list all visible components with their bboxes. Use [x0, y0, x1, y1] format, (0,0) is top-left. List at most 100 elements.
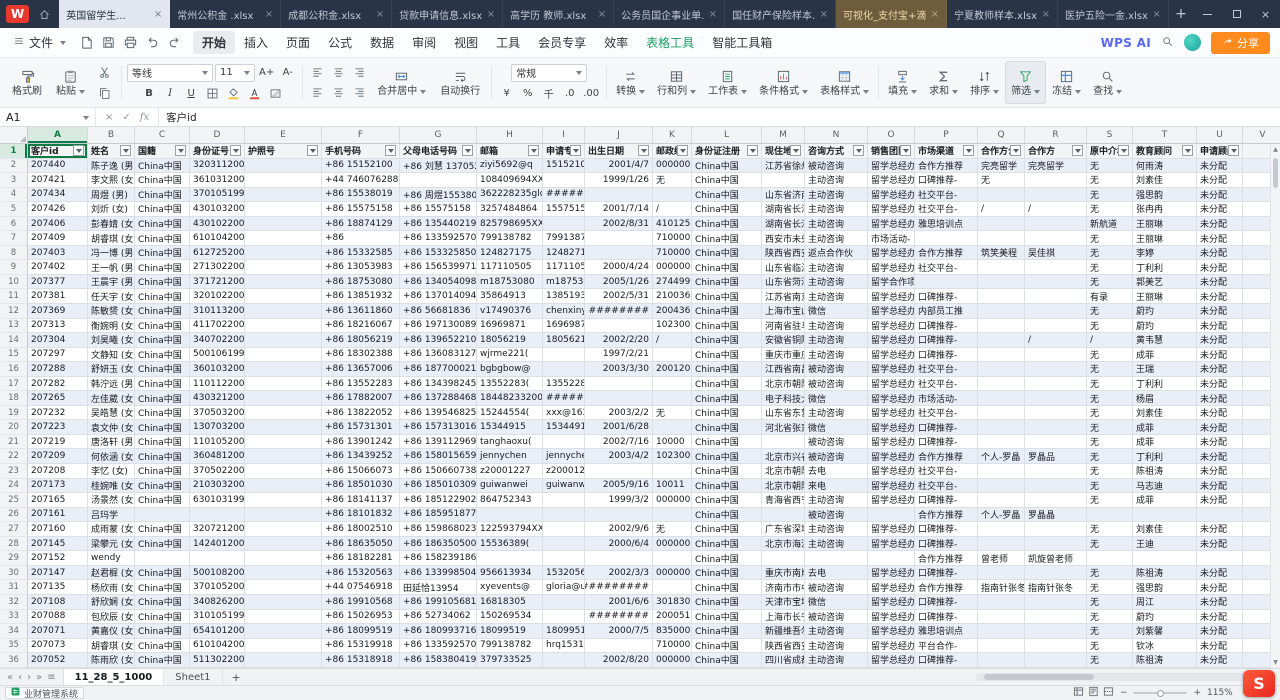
cell[interactable]: 79913878 — [543, 231, 585, 246]
cell[interactable]: 赵君樨 (女 — [88, 566, 135, 581]
header-cell[interactable]: 邮政编码 — [653, 144, 692, 159]
cell[interactable]: 320721200209060081 — [190, 522, 245, 537]
cell[interactable]: 799138782 — [477, 231, 543, 246]
cell[interactable]: 2003/4/2 — [585, 449, 653, 464]
cell[interactable]: China中国 — [692, 173, 762, 188]
cell[interactable]: 无 — [1087, 420, 1133, 435]
cell[interactable] — [245, 449, 322, 464]
column-header[interactable]: T — [1133, 127, 1197, 143]
cell[interactable]: +86 1360831276 — [400, 348, 477, 363]
cell[interactable] — [1133, 551, 1197, 566]
cell[interactable]: +86 15319918 — [322, 639, 400, 654]
worksheet-button[interactable]: 工作表 — [702, 61, 753, 104]
row-number[interactable]: 13 — [0, 319, 28, 334]
cell[interactable] — [1025, 406, 1087, 421]
header-cell[interactable]: 出生日期 — [585, 144, 653, 159]
cell[interactable]: 210303200509162022 — [190, 479, 245, 494]
cell[interactable]: bgbgbow@ — [477, 362, 543, 377]
cell[interactable]: 未分配 — [1197, 566, 1243, 581]
cell[interactable]: 未分配 — [1197, 217, 1243, 232]
cell[interactable]: 379733525 — [477, 653, 543, 668]
filter-dropdown-icon[interactable] — [1228, 145, 1239, 156]
cell[interactable]: 主动咨询 — [805, 493, 868, 508]
cell[interactable]: 200436 — [653, 304, 692, 319]
cell[interactable]: China中国 — [135, 348, 190, 363]
cell[interactable]: 广东省深圳 — [762, 522, 805, 537]
cell[interactable]: 口碑推荐- — [915, 493, 978, 508]
cell[interactable]: 612725200110100019 — [190, 246, 245, 261]
cell[interactable] — [1025, 260, 1087, 275]
cell[interactable]: +86 13822052 — [322, 406, 400, 421]
cell[interactable]: 河南省驻马 — [762, 319, 805, 334]
cell[interactable]: 710000 — [653, 246, 692, 261]
filter-dropdown-icon[interactable] — [1182, 145, 1193, 156]
cell[interactable]: +86 18753080 — [322, 275, 400, 290]
cell[interactable]: 主动咨询 — [805, 188, 868, 203]
cell[interactable]: 社交平台- — [915, 479, 978, 494]
cell[interactable]: 重庆市南岸 — [762, 566, 805, 581]
cell[interactable]: 凯旋曾老师 — [1025, 551, 1087, 566]
cell[interactable]: 留学总经办 — [868, 362, 915, 377]
cell[interactable]: 15344915 — [543, 420, 585, 435]
cell[interactable]: +86 1580156591 — [400, 449, 477, 464]
filter-dropdown-icon[interactable] — [677, 145, 688, 156]
cell[interactable]: +86 1340540988 — [400, 275, 477, 290]
cell[interactable]: 安徽省铜陵 — [762, 333, 805, 348]
cell[interactable]: ######## — [543, 391, 585, 406]
cell[interactable] — [245, 522, 322, 537]
header-cell[interactable]: 咨询方式 — [805, 144, 868, 159]
cell[interactable]: +86 18141137 — [322, 493, 400, 508]
cell[interactable]: 周煜 (男) — [88, 188, 135, 203]
cell[interactable]: 陈祖涛 — [1133, 464, 1197, 479]
cell[interactable]: China中国 — [135, 319, 190, 334]
cell[interactable] — [245, 231, 322, 246]
currency-button[interactable]: ¥ — [497, 85, 516, 102]
cell[interactable] — [245, 260, 322, 275]
cell[interactable]: +44 07546918 — [322, 580, 400, 595]
cell[interactable]: 留学总经办 — [868, 537, 915, 552]
cell[interactable]: +86 周煜155380 — [400, 188, 477, 203]
cell[interactable]: / — [978, 202, 1025, 217]
cell[interactable]: 未分配 — [1197, 420, 1243, 435]
cell[interactable]: 舒欣娴 (女 — [88, 595, 135, 610]
column-header[interactable]: P — [915, 127, 978, 143]
cell[interactable]: 留学总经办 — [868, 391, 915, 406]
cell[interactable]: 207160 — [28, 522, 88, 537]
cell[interactable]: 2000/4/24 — [585, 260, 653, 275]
cell[interactable]: China中国 — [135, 217, 190, 232]
cell[interactable]: 2002/8/31 — [585, 217, 653, 232]
header-cell[interactable]: 邮箱 — [477, 144, 543, 159]
cell[interactable]: China中国 — [692, 653, 762, 668]
cell[interactable]: China中国 — [692, 188, 762, 203]
cell[interactable]: 桂婉唯 (女 — [88, 479, 135, 494]
cell[interactable]: 207402 — [28, 260, 88, 275]
cell[interactable]: 周江 — [1133, 595, 1197, 610]
cell[interactable]: 文静知 (女 — [88, 348, 135, 363]
cell[interactable]: guiwanwei( — [543, 479, 585, 494]
cell[interactable]: 王一帆 (男 — [88, 260, 135, 275]
cell[interactable] — [245, 595, 322, 610]
cell[interactable]: v17490376 — [477, 304, 543, 319]
cell[interactable]: 207073 — [28, 639, 88, 654]
header-cell[interactable]: 手机号码 — [322, 144, 400, 159]
cell[interactable]: 市场活动- — [868, 231, 915, 246]
cell[interactable]: 未分配 — [1197, 610, 1243, 625]
cell[interactable]: 口碑推荐- — [915, 653, 978, 668]
cell[interactable]: 207165 — [28, 493, 88, 508]
cell[interactable]: 完亮留学 — [1025, 159, 1087, 174]
horizontal-scrollbar-thumb[interactable] — [984, 674, 1094, 680]
cell[interactable]: m18753080 — [477, 275, 543, 290]
cell[interactable]: +86 18501030 — [322, 479, 400, 494]
cell[interactable]: 陈子逸 (男 — [88, 159, 135, 174]
cell[interactable]: +86 15066073 — [322, 464, 400, 479]
cell[interactable]: 370105199411221118 — [190, 188, 245, 203]
cell[interactable]: 110105200207165451 — [190, 435, 245, 450]
cell[interactable]: 丁利利 — [1133, 449, 1197, 464]
cell[interactable]: China中国 — [692, 464, 762, 479]
cell[interactable]: China中国 — [692, 231, 762, 246]
cell[interactable]: 江苏省徐州 — [762, 159, 805, 174]
cell[interactable]: 无 — [978, 173, 1025, 188]
cell[interactable]: 未分配 — [1197, 159, 1243, 174]
row-number[interactable]: 20 — [0, 420, 28, 435]
cell[interactable]: 无 — [1087, 260, 1133, 275]
